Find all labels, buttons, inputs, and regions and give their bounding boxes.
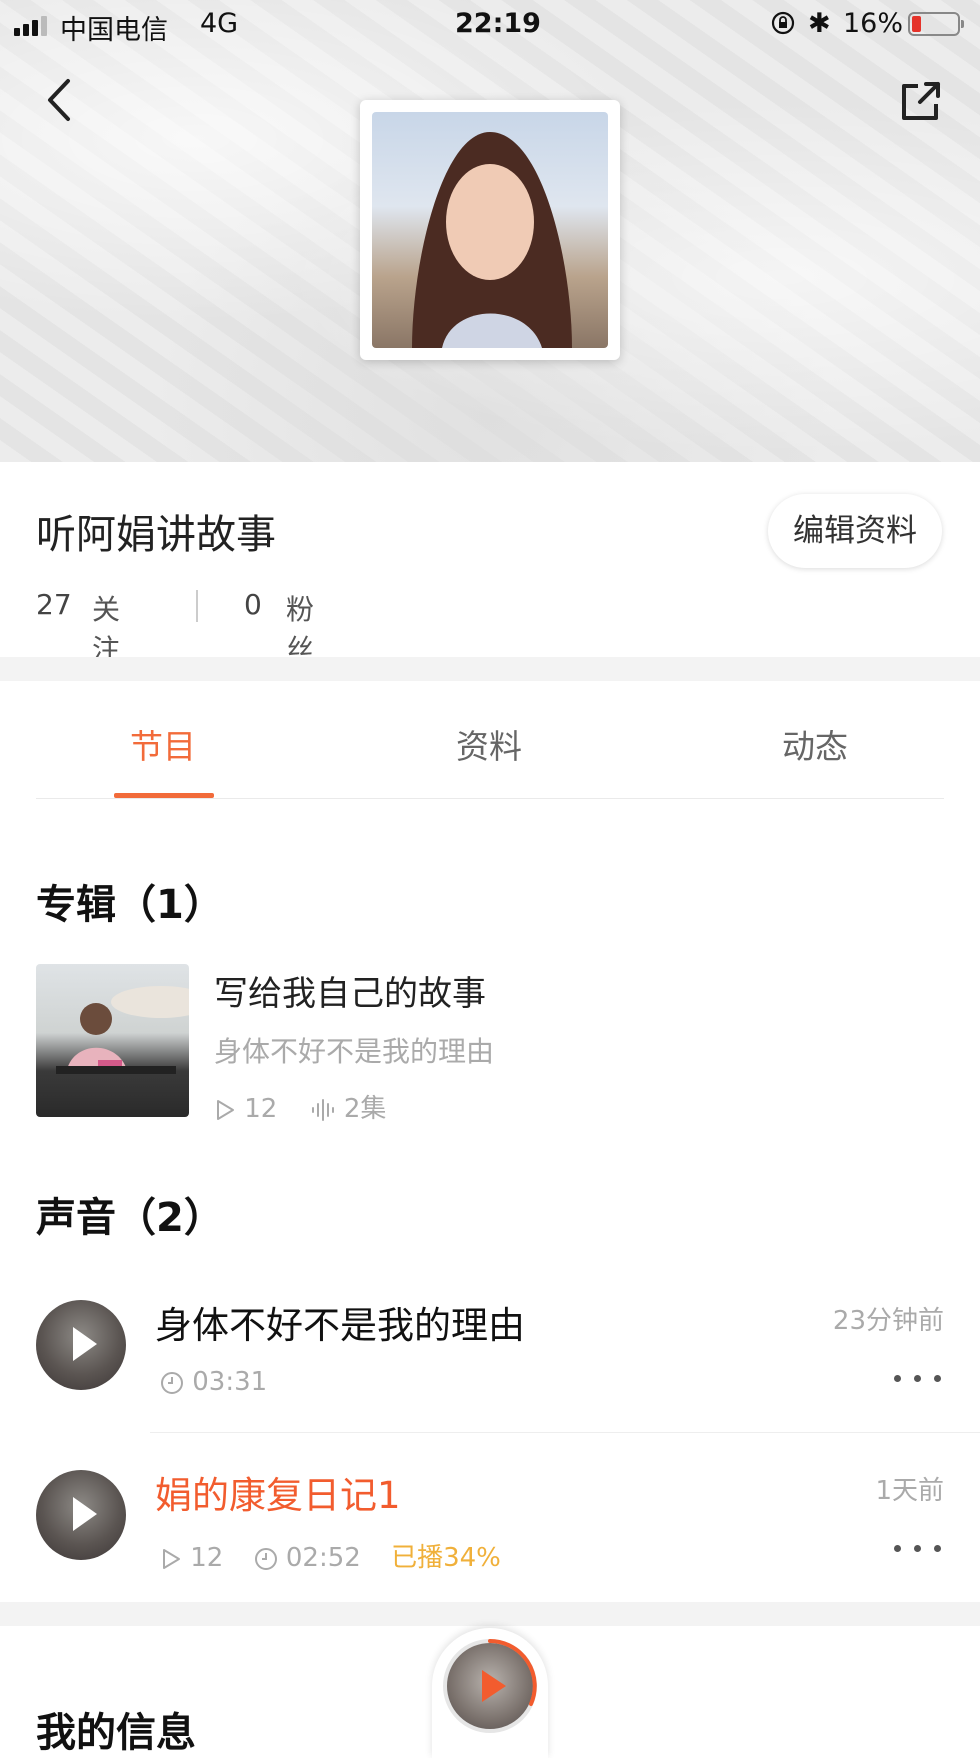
chevron-left-icon[interactable] (40, 75, 80, 125)
clock-icon (161, 1371, 183, 1394)
play-icon (73, 1497, 97, 1531)
battery-percent: 16% (843, 8, 904, 39)
followers-label[interactable]: 粉丝 (286, 588, 314, 668)
track-duration: 03:31 (192, 1367, 268, 1397)
tab-profile-info[interactable]: 资料 (456, 720, 522, 768)
track-time-ago: 1天前 (875, 1476, 944, 1506)
avatar[interactable] (360, 100, 620, 360)
mini-player[interactable] (432, 1628, 548, 1758)
album-cover (36, 964, 189, 1117)
album-meta: 12 2集 (214, 1088, 386, 1124)
track-title: 身体不好不是我的理由 (155, 1304, 525, 1347)
album-subtitle: 身体不好不是我的理由 (214, 1035, 495, 1068)
tab-programs[interactable]: 节目 (130, 720, 196, 768)
track-duration: 02:52 (285, 1543, 361, 1573)
album-episode-count: 2集 (343, 1094, 387, 1124)
track-cover[interactable] (36, 1300, 126, 1390)
my-info-section-title: 我的信息 (36, 1710, 196, 1756)
tab-activity[interactable]: 动态 (782, 720, 848, 768)
following-count[interactable]: 27 (36, 588, 72, 621)
play-icon (73, 1327, 97, 1361)
stats-divider (196, 590, 198, 622)
following-label[interactable]: 关注 (92, 588, 120, 668)
track-row[interactable]: 娟的康复日记1 1天前 12 02:52 已播34% (0, 1450, 980, 1618)
track-cover[interactable] (36, 1470, 126, 1560)
section-divider (0, 657, 980, 681)
bluetooth-icon: ✱ (808, 8, 831, 39)
clock: 22:19 (455, 8, 541, 39)
tracks-section-title: 声音（2） (36, 1195, 224, 1241)
avatar-photo (372, 112, 608, 348)
albums-section-title: 专辑（1） (36, 882, 224, 928)
play-count-icon (163, 1548, 180, 1569)
audio-wave-icon (311, 1098, 334, 1121)
edit-profile-button[interactable]: 编辑资料 (768, 494, 942, 568)
section-divider (0, 1602, 980, 1626)
signal-icon (14, 14, 54, 36)
track-row[interactable]: 身体不好不是我的理由 23分钟前 03:31 (0, 1280, 980, 1448)
more-options-button[interactable] (894, 1540, 944, 1556)
track-time-ago: 23分钟前 (832, 1306, 944, 1336)
rotation-lock-icon (771, 11, 795, 35)
album-play-count: 12 (244, 1094, 278, 1124)
battery-icon (908, 12, 964, 36)
track-meta: 03:31 (160, 1367, 267, 1397)
tab-bar: 节目 资料 动态 (36, 690, 944, 799)
track-meta: 12 02:52 已播34% (160, 1537, 501, 1574)
more-options-button[interactable] (894, 1370, 944, 1386)
play-count-icon (217, 1099, 234, 1120)
share-external-icon[interactable] (896, 78, 944, 126)
play-icon[interactable] (482, 1670, 506, 1702)
network-type: 4G (200, 8, 239, 39)
active-tab-indicator (114, 793, 214, 798)
track-progress: 已播34% (391, 1543, 501, 1573)
track-play-count: 12 (190, 1543, 224, 1573)
track-divider (150, 1432, 980, 1433)
status-bar: 中国电信 4G 22:19 ✱ 16% (0, 0, 980, 50)
profile-name: 听阿娟讲故事 (36, 512, 276, 558)
album-item[interactable]: 写给我自己的故事 身体不好不是我的理由 12 2集 (36, 964, 944, 1124)
clock-icon (254, 1547, 277, 1570)
album-title: 写给我自己的故事 (214, 974, 486, 1014)
track-title: 娟的康复日记1 (155, 1474, 401, 1517)
carrier-name: 中国电信 (60, 15, 168, 46)
followers-count[interactable]: 0 (244, 588, 262, 621)
